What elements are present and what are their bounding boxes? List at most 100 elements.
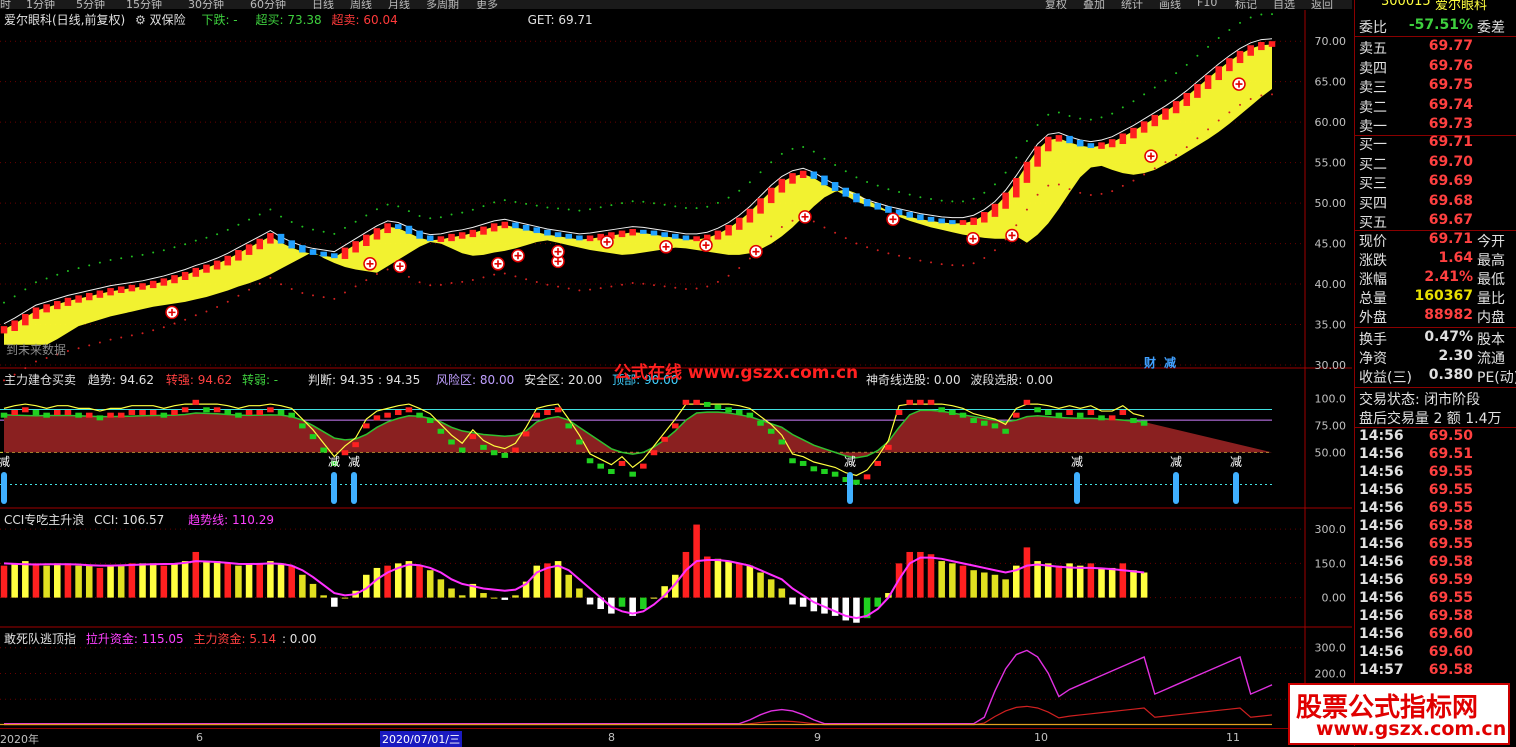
panel3-title[interactable]: CCI专吃主升浪 [4,513,84,527]
panel2-title[interactable]: 主力建仓买卖 [4,373,76,387]
candle [224,255,232,266]
settings-gear-icon[interactable]: ⚙ [135,13,146,27]
panel2-candle [267,407,274,413]
menu-item-left-5[interactable]: 60分钟 [250,0,286,9]
tick-price: 69.58 [1428,608,1473,624]
support-dot [727,274,730,277]
support-dot [1079,191,1082,194]
candle [341,247,349,259]
menu-item-right-0[interactable]: 复权 [1045,0,1067,9]
panel2-right-labels: 神奇线选股: 0.00 波段选股: 0.00 [866,371,1053,388]
candle [139,283,146,290]
support-dot [684,287,687,290]
candle [405,225,413,234]
panel2-candle [1034,407,1041,413]
cci-bar [149,563,157,598]
resistance-dot [1036,124,1039,127]
x-axis-label-0: 2020年 [0,733,39,746]
menu-item-left-1[interactable]: 1分钟 [26,0,55,9]
candle [1226,58,1233,72]
menu-item-right-7[interactable]: 返回 [1311,0,1333,9]
panel2-candle [0,412,8,418]
support-dot [1111,190,1114,193]
cci-bar [22,561,29,598]
price-band [4,44,1272,345]
x-axis-label-2: 2020/07/01/三 [380,731,463,747]
menu-item-left-2[interactable]: 5分钟 [76,0,105,9]
panel2-candle [1076,412,1084,418]
indicator-name[interactable]: 双保险 [150,13,186,27]
cci-bar [128,563,136,598]
menu-item-right-4[interactable]: F10 [1197,0,1217,9]
menu-item-right-3[interactable]: 画线 [1159,0,1181,9]
candle [437,236,445,242]
panel4-title[interactable]: 敢死队逃顶指 [4,632,76,646]
sell-price: 69.74 [1428,96,1473,113]
support-dot [333,297,336,300]
cci-bar [416,565,423,598]
candle [821,175,828,186]
menu-item-left-7[interactable]: 周线 [350,0,372,9]
weibi-row: 委比 -57.51% 委差 [1355,17,1516,36]
menu-item-left-9[interactable]: 多周期 [426,0,459,9]
candle [682,235,690,241]
resistance-dot [684,207,687,210]
candle [1130,127,1137,139]
support-dot [1196,137,1199,140]
resistance-dot [674,205,677,208]
tick-row: 14:56 69.55 [1355,482,1516,501]
candle [544,229,551,236]
support-dot [738,266,741,269]
cci-bar [1044,563,1052,598]
menu-item-right-5[interactable]: 标记 [1235,0,1257,9]
resistance-dot [993,183,996,186]
weibi-label: 委比 [1359,20,1387,36]
support-dot [109,338,112,341]
cci-bar [576,588,583,598]
menu-item-left-10[interactable]: 更多 [476,0,498,9]
menu-item-left-3[interactable]: 15分钟 [126,0,162,9]
panel2-candle [778,439,786,445]
menu-item-right-6[interactable]: 自选 [1273,0,1295,9]
panel2-candle [1055,412,1063,418]
candle [1087,143,1095,149]
candle [735,217,743,230]
tick-row: 14:56 69.60 [1355,626,1516,645]
menu-item-right-1[interactable]: 叠加 [1083,0,1105,9]
support-dot [1047,184,1050,187]
cci-bar [458,595,466,598]
candle [757,198,764,214]
support-dot [866,246,869,249]
panel2-candle [885,444,892,450]
panel2-candle [810,466,818,472]
cci-bar [927,554,935,598]
candle [1055,135,1063,142]
stat2-value: 0.47% [1424,329,1473,345]
resistance-dot [482,205,485,208]
weicha-label: 委差 [1477,20,1505,36]
cci-bar [117,565,125,598]
menu-item-right-2[interactable]: 统计 [1121,0,1143,9]
resistance-dot [1079,117,1082,120]
candle [640,229,647,234]
menu-item-left-0[interactable]: 时 [0,0,11,9]
cci-bar [107,565,114,598]
menu-item-left-6[interactable]: 日线 [312,0,334,9]
panel2-candle [522,431,530,437]
support-dot [130,334,133,337]
cci-bar [1076,565,1084,598]
resistance-dot [1228,28,1231,31]
panel2-candle [981,420,988,426]
tick-price: 69.60 [1428,626,1473,642]
cci-bar [586,597,594,605]
menu-item-left-8[interactable]: 月线 [388,0,410,9]
resistance-dot [226,228,229,231]
cci-bar [1002,579,1009,598]
resistance-dot [514,201,517,204]
panel2-candle [85,412,93,418]
buy-signal-marker [363,257,377,271]
candle [885,206,892,213]
menu-item-left-4[interactable]: 30分钟 [188,0,224,9]
support-dot [716,280,719,283]
sell-row: 卖一 69.73 [1355,116,1516,135]
